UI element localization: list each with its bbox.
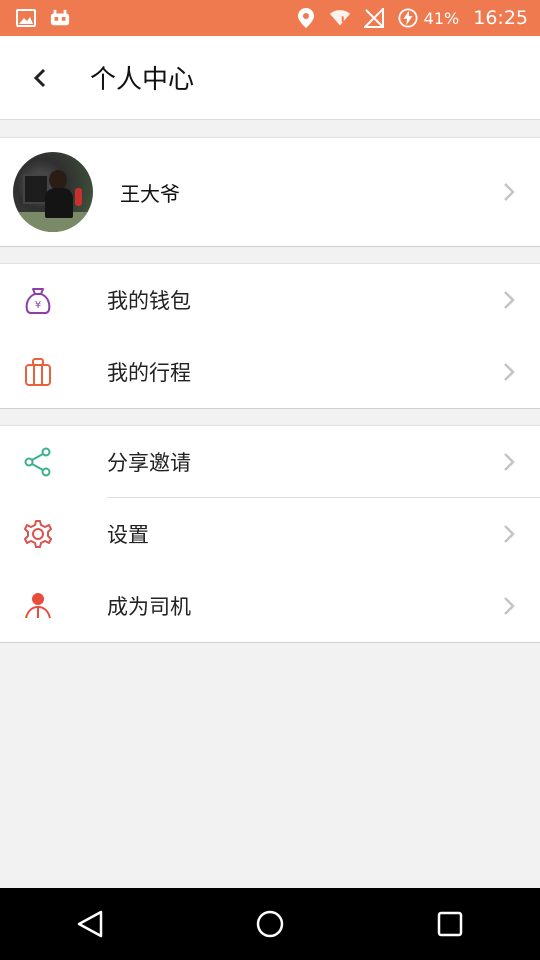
app-notification-icon <box>50 8 70 28</box>
triangle-back-icon <box>77 910 103 938</box>
back-button[interactable] <box>0 36 80 120</box>
clock: 16:25 <box>473 7 528 29</box>
svg-text:¥: ¥ <box>35 300 41 311</box>
menu-group-2: 分享邀请 设置 成为司机 <box>0 425 540 643</box>
gear-icon <box>22 518 54 550</box>
luggage-icon <box>22 356 54 388</box>
profile-name: 王大爷 <box>120 181 180 206</box>
menu-item-label: 我的钱包 <box>107 289 191 313</box>
page-title: 个人中心 <box>90 65 195 95</box>
chevron-right-icon <box>504 291 515 309</box>
menu-item-label: 我的行程 <box>107 361 191 385</box>
nav-recents-button[interactable] <box>420 894 480 954</box>
nav-back-button[interactable] <box>60 894 120 954</box>
battery-level: 41% <box>423 8 460 28</box>
no-signal-icon <box>363 8 384 28</box>
menu-item-settings[interactable]: 设置 <box>0 498 540 570</box>
status-bar: 41% 16:25 <box>0 0 540 36</box>
circle-home-icon <box>256 910 284 938</box>
wallet-icon: ¥ <box>22 284 54 316</box>
wifi-icon <box>329 8 350 28</box>
profile-row[interactable]: 王大爷 <box>0 138 540 246</box>
location-icon <box>296 8 316 28</box>
nav-home-button[interactable] <box>240 894 300 954</box>
menu-item-wallet[interactable]: ¥ 我的钱包 <box>0 264 540 336</box>
battery-charging-icon <box>398 8 418 28</box>
square-recents-icon <box>437 911 463 937</box>
menu-item-share[interactable]: 分享邀请 <box>0 426 540 498</box>
image-icon <box>16 8 36 28</box>
chevron-right-icon <box>504 363 515 381</box>
menu-item-label: 设置 <box>107 523 149 547</box>
menu-item-label: 分享邀请 <box>107 451 191 475</box>
share-icon <box>22 446 54 478</box>
menu-group-1: ¥ 我的钱包 我的行程 <box>0 263 540 409</box>
menu-item-label: 成为司机 <box>107 595 191 619</box>
chevron-left-icon <box>33 68 46 87</box>
avatar[interactable] <box>13 152 93 232</box>
menu-item-become-driver[interactable]: 成为司机 <box>0 570 540 642</box>
menu-item-trips[interactable]: 我的行程 <box>0 336 540 408</box>
driver-icon <box>22 590 54 622</box>
chevron-right-icon <box>504 183 515 201</box>
chevron-right-icon <box>504 597 515 615</box>
chevron-right-icon <box>504 453 515 471</box>
app-header: 个人中心 <box>0 36 540 120</box>
profile-section: 王大爷 <box>0 137 540 247</box>
chevron-right-icon <box>504 525 515 543</box>
system-nav-bar <box>0 888 540 960</box>
